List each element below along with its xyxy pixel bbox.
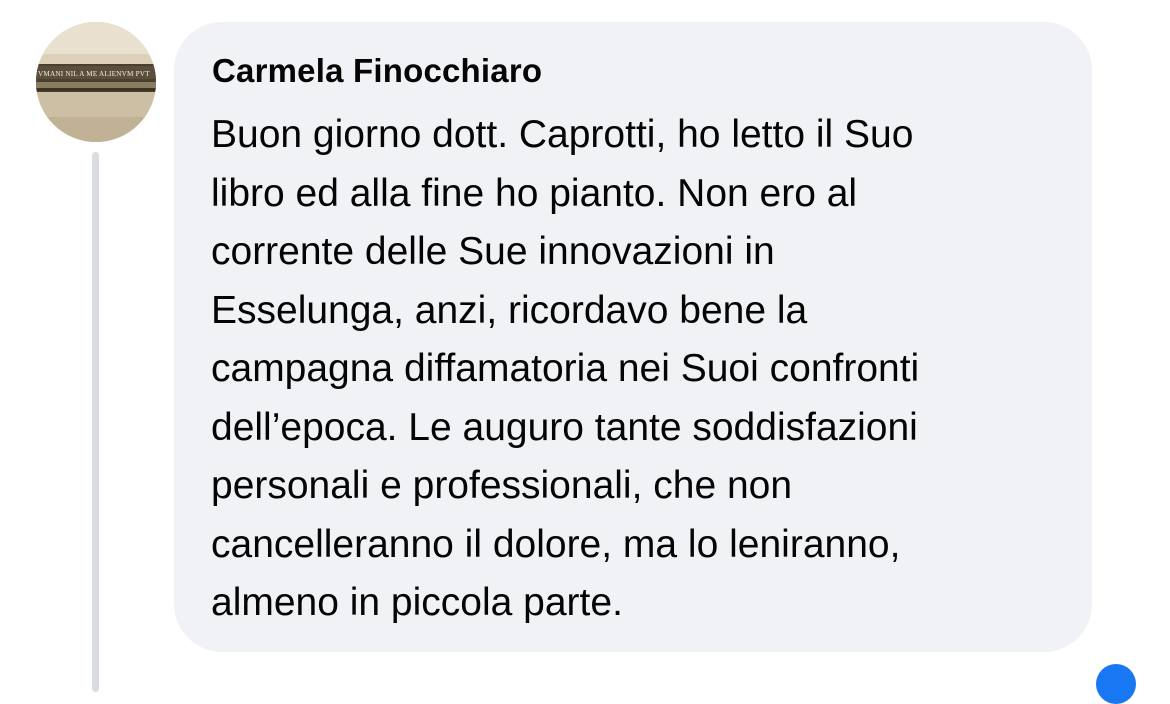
comment-line: corrente delle Sue innovazioni in	[211, 230, 775, 273]
comment-line: libro ed alla fine ho pianto. Non ero al	[211, 171, 858, 215]
comment-line: personali e professionali, che non	[211, 464, 793, 507]
comment-body: Buon giorno dott. Caprotti, ho letto il …	[211, 106, 1071, 633]
avatar-inscription: VMANI NIL A ME ALIENVM PVT	[38, 70, 150, 78]
comment-line: cancelleranno il dolore, ma lo leniranno…	[211, 522, 901, 566]
comment-line: Buon giorno dott. Caprotti, ho letto il …	[211, 113, 914, 156]
comment-line: almeno in piccola parte.	[211, 581, 623, 624]
comment-line: dell’epoca. Le auguro tante soddisfazion…	[211, 405, 918, 449]
reply-thread-line	[92, 152, 99, 692]
comment-line: Esselunga, anzi, ricordavo bene la	[211, 288, 808, 332]
reaction-icon[interactable]	[1096, 664, 1136, 704]
comment-author-name[interactable]: Carmela Finocchiaro	[212, 52, 542, 90]
avatar-image: VMANI NIL A ME ALIENVM PVT	[36, 22, 156, 142]
comment-line: campagna diffamatoria nei Suoi confronti	[211, 347, 920, 390]
comment-bubble[interactable]: Carmela Finocchiaro Buon giorno dott. Ca…	[174, 22, 1092, 652]
author-avatar[interactable]: VMANI NIL A ME ALIENVM PVT	[36, 22, 156, 142]
